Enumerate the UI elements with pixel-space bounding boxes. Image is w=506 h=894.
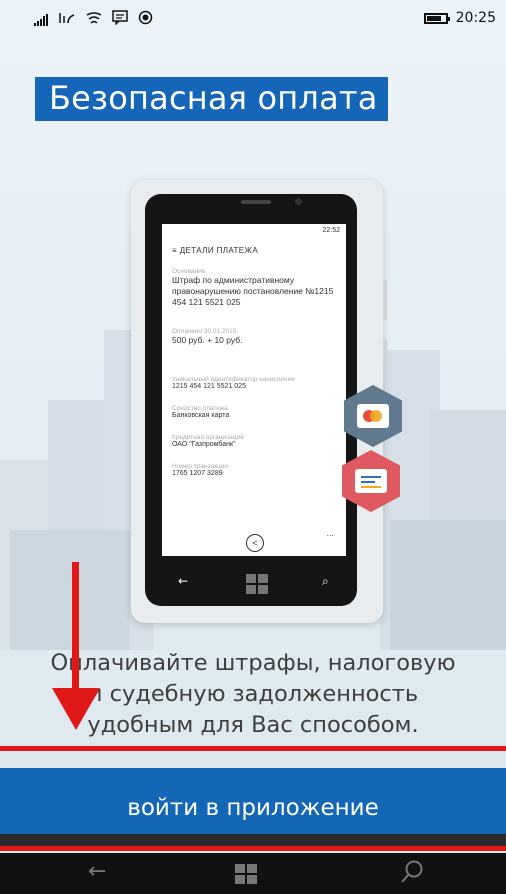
battery-icon: [423, 12, 450, 24]
status-bar: 20:25: [0, 0, 506, 38]
payment-details-header: ≡ ДЕТАЛИ ПЛАТЕЖА: [172, 246, 259, 255]
paid-value: 500 руб. + 10 руб.: [172, 335, 243, 345]
status-time: 20:25: [455, 10, 496, 26]
basis-value: Штраф по административному правонарушени…: [172, 275, 334, 307]
method-label: Средство платежа: [172, 405, 228, 412]
annotation-line-top: [0, 746, 506, 751]
more-icon: ...: [326, 528, 334, 538]
txn-value: 1765 1207 3289: [172, 470, 223, 477]
back-icon[interactable]: ←: [88, 859, 106, 884]
phone-time: 22:52: [322, 227, 340, 234]
windows-start-icon[interactable]: [235, 864, 257, 884]
wifi-sharing-icon: [86, 11, 102, 29]
page-title: Безопасная оплата: [35, 77, 388, 121]
org-label: Кредитная организация: [172, 434, 244, 441]
phone-windows-icon: [246, 574, 268, 594]
phone-search-icon: ⌕: [322, 574, 329, 588]
wifi-icon: [58, 11, 76, 29]
signal-icon: [34, 13, 48, 26]
system-nav-bar: ←: [0, 853, 506, 894]
camera-icon: [295, 198, 302, 205]
location-icon: [138, 10, 153, 29]
share-icon: <: [246, 534, 264, 552]
app-screen: 20:25 Безопасная оплата 22:52 ≡ ДЕТАЛИ П…: [0, 0, 506, 894]
txn-label: Номер транзакции: [172, 463, 229, 470]
annotation-arrow-head: [52, 688, 100, 730]
uid-value: 1215 454 121 5521 025: [172, 383, 246, 390]
annotation-arrow-shaft: [72, 562, 79, 692]
message-icon: [112, 10, 128, 29]
paid-label: Оплачено 30.01.2015: [172, 328, 237, 335]
search-icon[interactable]: [400, 859, 424, 891]
uid-label: Уникальный идентификатор начисления: [172, 376, 295, 383]
phone-back-icon: ←: [178, 574, 189, 588]
org-value: ОАО "Газпромбанк": [172, 441, 236, 448]
basis-label: Основание: [172, 268, 206, 275]
phone-display: 22:52 ≡ ДЕТАЛИ ПЛАТЕЖА Основание Штраф п…: [162, 224, 346, 556]
annotation-line-bottom: [0, 846, 506, 851]
method-value: Банковская карта: [172, 412, 230, 419]
